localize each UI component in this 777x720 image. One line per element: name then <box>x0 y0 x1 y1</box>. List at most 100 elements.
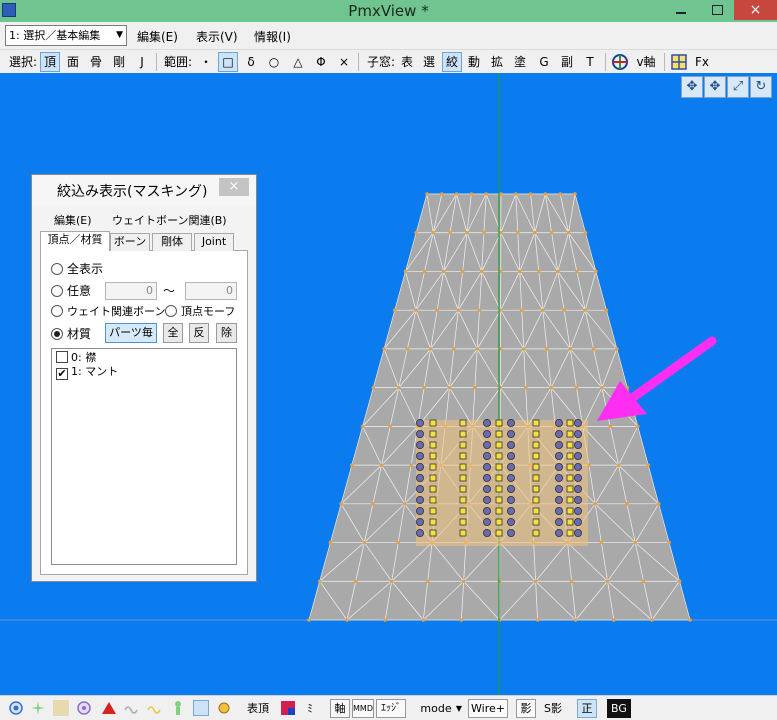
radio-material-label: 材質 <box>67 327 92 341</box>
shadow-button[interactable]: 影 <box>516 699 536 718</box>
list-item[interactable]: ✔ 1: マント <box>56 365 118 380</box>
select-bone-button[interactable]: 骨 <box>86 52 106 72</box>
range-to-input[interactable]: 0 <box>185 282 237 300</box>
radio-any[interactable]: 任意 <box>51 283 91 299</box>
maximize-button[interactable] <box>700 0 734 20</box>
wave-icon[interactable] <box>124 700 140 716</box>
checkbox[interactable] <box>56 351 68 363</box>
toolbar-divider <box>664 53 665 71</box>
mode-dropdown-icon[interactable]: ▼ <box>454 699 464 718</box>
range-clear-button[interactable]: × <box>335 52 353 72</box>
range-triangle-button[interactable]: △ <box>289 52 307 72</box>
selected-region <box>415 418 588 546</box>
close-button[interactable]: × <box>734 0 777 20</box>
radio-button <box>51 263 63 275</box>
axis-gizmo-icon[interactable] <box>610 52 630 72</box>
select-rigid-button[interactable]: 剛 <box>109 52 129 72</box>
select-face-button[interactable]: 面 <box>63 52 83 72</box>
subwindow-move-button[interactable]: 動 <box>465 52 483 72</box>
chevron-down-icon: ▼ <box>116 30 123 40</box>
range-circle-button[interactable]: ○ <box>265 52 283 72</box>
invert-button[interactable]: 反 <box>189 323 209 343</box>
background-button[interactable]: BG <box>607 699 631 718</box>
zoom-icon[interactable]: ⤢ <box>727 76 749 98</box>
menu-info[interactable]: 情報(I) <box>254 28 291 45</box>
range-delta-button[interactable]: δ <box>242 52 260 72</box>
capsule-icon[interactable] <box>193 700 209 716</box>
select-all-button[interactable]: 全 <box>163 323 183 343</box>
menu-bar: 1: 選択／基本編集 ▼ 編集(E) 表示(V) 情報(I) <box>0 22 777 49</box>
figure-icon[interactable] <box>170 700 186 716</box>
panel-title: 絞込み表示(マスキング) <box>57 184 208 200</box>
radio-vertex-morph[interactable]: 頂点モーフ <box>165 304 235 320</box>
v-axis-button[interactable]: v軸 <box>633 52 659 72</box>
mode-select[interactable]: 1: 選択／基本編集 ▼ <box>5 25 127 46</box>
tab-bone[interactable]: ボーン <box>110 233 150 251</box>
menu-edit[interactable]: 編集(E) <box>137 28 178 45</box>
parts-button[interactable]: パーツ毎 <box>105 323 157 343</box>
wire-plus-button[interactable]: Wire+ <box>468 699 508 718</box>
vertex-display-button[interactable]: 表頂 <box>244 699 272 718</box>
range-label: 範囲: <box>163 55 193 69</box>
tab-joint[interactable]: Joint <box>194 233 234 251</box>
subwindow-g-button[interactable]: G <box>535 52 553 72</box>
move-xy-icon[interactable]: ✥ <box>681 76 703 98</box>
joint-icon[interactable] <box>216 700 232 716</box>
fx-button[interactable]: Fx <box>692 52 712 72</box>
texture-icon[interactable] <box>53 700 69 716</box>
radio-weight-bone[interactable]: ウェイト関連ボーン <box>51 304 165 320</box>
subwindow-scale-button[interactable]: 拡 <box>488 52 506 72</box>
panel-menu-weight-bone[interactable]: ウェイトボーン関連(B) <box>112 212 227 228</box>
panel-menu-edit[interactable]: 編集(E) <box>54 212 92 228</box>
grid-icon[interactable] <box>669 52 689 72</box>
range-from-input[interactable]: 0 <box>105 282 157 300</box>
mi-button[interactable]: ﾐ <box>302 699 318 718</box>
wave-yellow-icon[interactable] <box>147 700 163 716</box>
subwindow-label: 子窓: <box>366 55 396 69</box>
minimize-button[interactable] <box>664 0 698 20</box>
subwindow-select-button[interactable]: 選 <box>420 52 438 72</box>
triangle-icon[interactable] <box>101 700 117 716</box>
mode-label[interactable]: mode <box>416 699 456 718</box>
radio-material[interactable]: 材質 <box>51 326 91 342</box>
target-icon[interactable] <box>76 700 92 716</box>
move-xz-icon[interactable]: ✥ <box>704 76 726 98</box>
tab-rigid[interactable]: 剛体 <box>152 233 192 251</box>
spark-icon[interactable] <box>30 700 46 716</box>
remove-button[interactable]: 除 <box>216 323 237 343</box>
radio-any-label: 任意 <box>67 284 92 298</box>
masking-panel: 絞込み表示(マスキング) × 編集(E) ウェイトボーン関連(B) 頂点／材質 … <box>31 174 257 582</box>
range-box-button[interactable]: □ <box>218 52 238 72</box>
mmd-toggle-button[interactable]: MMD <box>352 699 374 718</box>
axis-toggle-button[interactable]: 軸 <box>330 699 350 718</box>
select-vertex-button[interactable]: 頂 <box>40 52 60 72</box>
subwindow-paint-button[interactable]: 塗 <box>511 52 529 72</box>
select-label: 選択: <box>8 55 38 69</box>
rotate-icon[interactable]: ↻ <box>750 76 772 98</box>
subwindow-table-button[interactable]: 表 <box>398 52 416 72</box>
material-list[interactable]: 0: 襟 ✔ 1: マント <box>51 348 237 565</box>
range-point-button[interactable]: ・ <box>197 52 215 72</box>
vertex-dot-icon[interactable] <box>8 700 24 716</box>
select-joint-button[interactable]: J <box>133 52 151 72</box>
tab-body: 全表示 任意 0 ～ 0 ウェイト関連ボーン 頂点モーフ 材質 パーツ毎 全 反… <box>40 251 248 575</box>
list-item[interactable]: 0: 襟 <box>56 351 96 365</box>
subwindow-sub-button[interactable]: 副 <box>558 52 576 72</box>
panel-title-bar: 絞込み表示(マスキング) × <box>32 175 256 205</box>
ortho-button[interactable]: 正 <box>577 699 597 718</box>
self-shadow-button[interactable]: S影 <box>540 699 566 718</box>
color-swatch-icon[interactable] <box>280 700 296 716</box>
toolbar-divider <box>358 53 359 71</box>
menu-view[interactable]: 表示(V) <box>196 28 238 45</box>
window-title: PmxView * <box>348 2 429 20</box>
tab-vertex-material[interactable]: 頂点／材質 <box>40 231 110 252</box>
radio-show-all[interactable]: 全表示 <box>51 261 103 277</box>
subwindow-mask-button[interactable]: 絞 <box>442 52 462 72</box>
range-phi-button[interactable]: Φ <box>312 52 330 72</box>
panel-close-button[interactable]: × <box>219 178 249 196</box>
checkbox-checked[interactable]: ✔ <box>56 368 68 380</box>
toolbar-divider <box>156 53 157 71</box>
edge-toggle-button[interactable]: ｴｯｼﾞ <box>376 699 406 718</box>
subwindow-t-button[interactable]: T <box>581 52 599 72</box>
radio-button <box>51 305 63 317</box>
